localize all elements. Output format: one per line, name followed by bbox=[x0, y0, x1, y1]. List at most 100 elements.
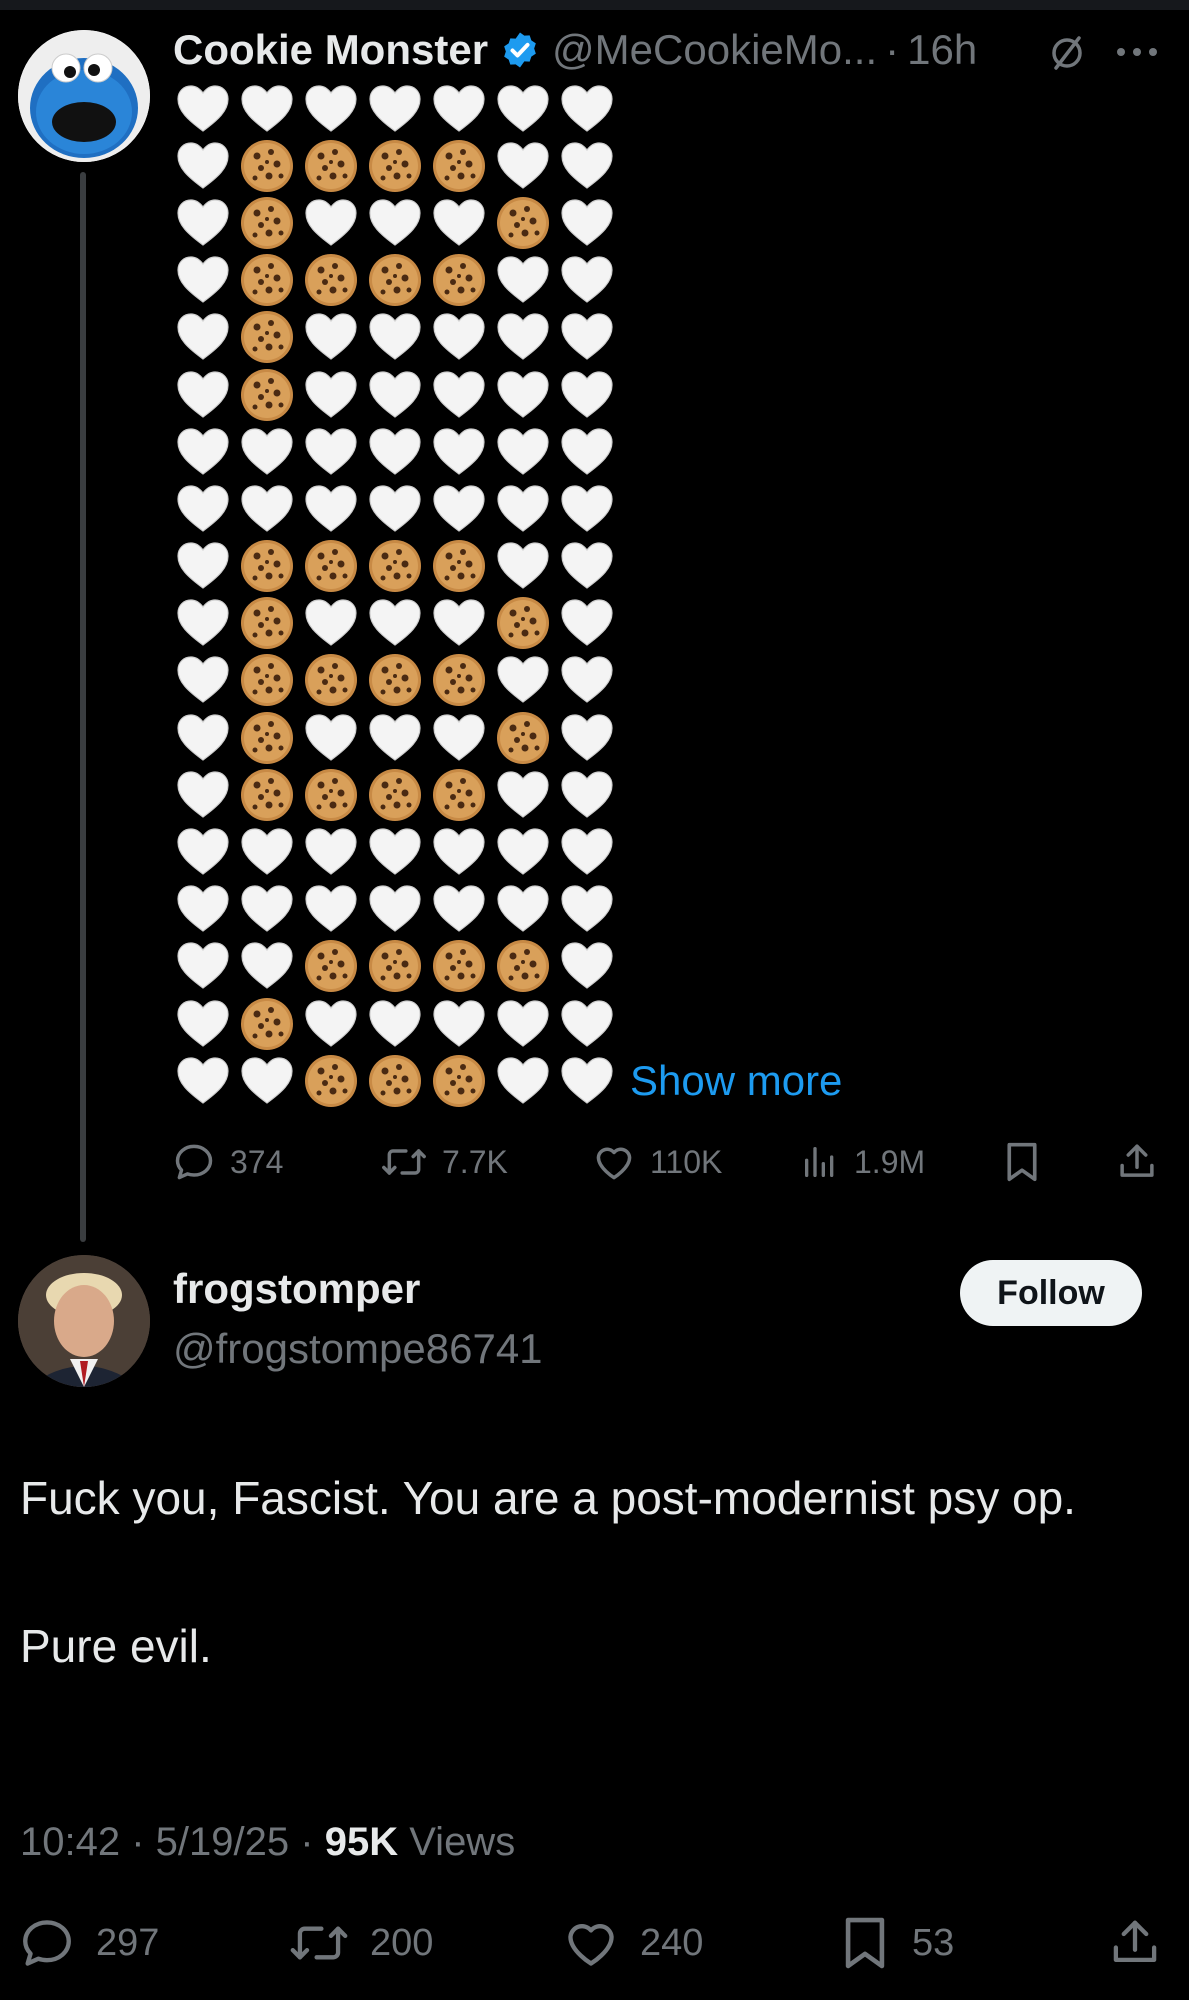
white-heart-emoji bbox=[427, 194, 491, 251]
like-count: 240 bbox=[640, 1921, 704, 1964]
white-heart-emoji bbox=[235, 938, 299, 995]
white-heart-emoji bbox=[363, 995, 427, 1052]
share-button[interactable] bbox=[1116, 1135, 1158, 1189]
white-heart-emoji bbox=[363, 595, 427, 652]
author-name[interactable]: Cookie Monster bbox=[173, 26, 488, 74]
white-heart-emoji bbox=[491, 881, 555, 938]
more-icon[interactable] bbox=[1112, 24, 1162, 80]
white-heart-emoji bbox=[171, 995, 235, 1052]
share-icon bbox=[1113, 1920, 1157, 1963]
cookie-emoji bbox=[427, 938, 491, 995]
white-heart-emoji bbox=[299, 309, 363, 366]
white-heart-emoji bbox=[299, 366, 363, 423]
white-heart-emoji bbox=[363, 80, 427, 137]
white-heart-emoji bbox=[555, 309, 619, 366]
cookie-emoji bbox=[299, 137, 363, 194]
white-heart-emoji bbox=[363, 309, 427, 366]
cookie-emoji bbox=[491, 595, 555, 652]
reply-actions: 297 200 240 53 bbox=[18, 1913, 1168, 1973]
share-button[interactable] bbox=[1108, 1913, 1162, 1973]
white-heart-emoji bbox=[363, 823, 427, 880]
views-button[interactable]: 1.9M bbox=[800, 1135, 925, 1189]
white-heart-emoji bbox=[491, 80, 555, 137]
repost-icon bbox=[290, 1926, 348, 1960]
repost-count: 200 bbox=[370, 1921, 434, 1964]
white-heart-emoji bbox=[171, 881, 235, 938]
white-heart-emoji bbox=[171, 423, 235, 480]
reply-date[interactable]: 5/19/25 bbox=[156, 1820, 289, 1864]
follow-button[interactable]: Follow bbox=[960, 1260, 1142, 1326]
cookie-emoji bbox=[363, 1052, 427, 1109]
white-heart-emoji bbox=[363, 881, 427, 938]
white-heart-emoji bbox=[171, 80, 235, 137]
reply-text-line: Pure evil. bbox=[20, 1620, 212, 1672]
cookie-emoji bbox=[235, 766, 299, 823]
reply-author-handle[interactable]: @frogstompe86741 bbox=[173, 1325, 543, 1373]
post-actions: 374 7.7K 110K 1.9M bbox=[172, 1135, 1162, 1189]
repost-button[interactable]: 200 bbox=[288, 1913, 433, 1973]
white-heart-emoji bbox=[235, 480, 299, 537]
cookie-emoji bbox=[299, 1052, 363, 1109]
cookie-emoji bbox=[427, 538, 491, 595]
cookie-emoji bbox=[427, 137, 491, 194]
avatar-frogstomper[interactable] bbox=[18, 1255, 150, 1387]
white-heart-emoji bbox=[427, 595, 491, 652]
cookie-emoji bbox=[363, 252, 427, 309]
post-time[interactable]: 16h bbox=[907, 26, 977, 74]
cookie-emoji bbox=[299, 538, 363, 595]
white-heart-emoji bbox=[555, 194, 619, 251]
white-heart-emoji bbox=[235, 823, 299, 880]
verified-badge-icon bbox=[504, 32, 536, 68]
white-heart-emoji bbox=[171, 137, 235, 194]
bookmark-button[interactable] bbox=[1002, 1135, 1042, 1189]
white-heart-emoji bbox=[427, 309, 491, 366]
thread-line bbox=[80, 172, 86, 1242]
white-heart-emoji bbox=[427, 366, 491, 423]
show-more-link[interactable]: Show more bbox=[630, 1057, 842, 1105]
white-heart-emoji bbox=[363, 709, 427, 766]
white-heart-emoji bbox=[171, 480, 235, 537]
reply-author-name[interactable]: frogstomper bbox=[173, 1265, 420, 1313]
reply-button[interactable]: 374 bbox=[172, 1135, 283, 1189]
like-button[interactable]: 240 bbox=[562, 1913, 703, 1973]
cookie-emoji bbox=[235, 709, 299, 766]
reply-text-line: Fuck you, Fascist. You are a post-modern… bbox=[20, 1472, 1076, 1524]
white-heart-emoji bbox=[555, 1052, 619, 1109]
avatar-cookie-monster[interactable] bbox=[18, 30, 150, 162]
reply-button[interactable]: 297 bbox=[18, 1913, 159, 1973]
mute-icon[interactable] bbox=[1044, 24, 1090, 80]
white-heart-emoji bbox=[427, 823, 491, 880]
white-heart-emoji bbox=[491, 995, 555, 1052]
cookie-emoji bbox=[235, 652, 299, 709]
white-heart-emoji bbox=[491, 766, 555, 823]
reply-icon bbox=[23, 1920, 71, 1966]
white-heart-emoji bbox=[171, 252, 235, 309]
white-heart-emoji bbox=[491, 823, 555, 880]
white-heart-emoji bbox=[171, 366, 235, 423]
white-heart-emoji bbox=[171, 709, 235, 766]
white-heart-emoji bbox=[299, 194, 363, 251]
cookie-emoji bbox=[299, 652, 363, 709]
bookmark-icon bbox=[1007, 1142, 1037, 1182]
white-heart-emoji bbox=[171, 766, 235, 823]
white-heart-emoji bbox=[555, 137, 619, 194]
like-button[interactable]: 110K bbox=[592, 1135, 722, 1189]
white-heart-emoji bbox=[491, 309, 555, 366]
white-heart-emoji bbox=[555, 709, 619, 766]
author-handle[interactable]: @MeCookieMo... bbox=[552, 26, 877, 74]
white-heart-emoji bbox=[427, 881, 491, 938]
white-heart-emoji bbox=[427, 423, 491, 480]
repost-button[interactable]: 7.7K bbox=[380, 1135, 508, 1189]
white-heart-emoji bbox=[491, 366, 555, 423]
white-heart-emoji bbox=[299, 823, 363, 880]
cookie-emoji bbox=[235, 366, 299, 423]
cookie-emoji bbox=[235, 194, 299, 251]
reply-time[interactable]: 10:42 bbox=[20, 1820, 120, 1864]
cookie-emoji bbox=[299, 766, 363, 823]
white-heart-emoji bbox=[299, 423, 363, 480]
bookmark-button[interactable]: 53 bbox=[838, 1913, 954, 1973]
white-heart-emoji bbox=[171, 1052, 235, 1109]
white-heart-emoji bbox=[491, 423, 555, 480]
cookie-emoji bbox=[427, 252, 491, 309]
white-heart-emoji bbox=[555, 881, 619, 938]
